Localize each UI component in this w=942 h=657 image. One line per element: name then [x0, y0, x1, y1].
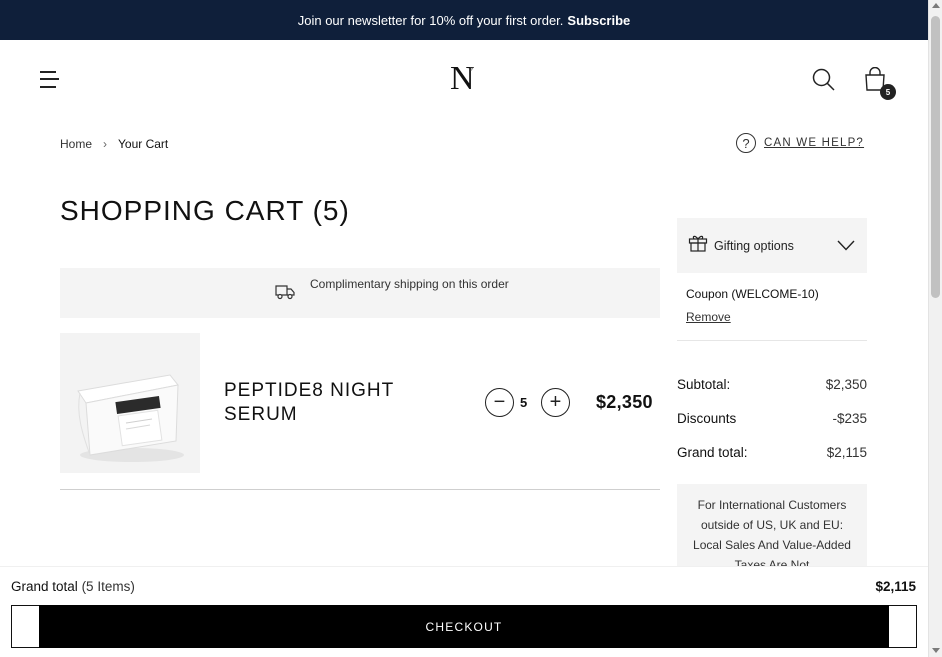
footer-grand-total: Grand total (5 Items) — [11, 579, 135, 594]
truck-icon — [275, 284, 295, 305]
chevron-down-icon — [837, 238, 855, 256]
breadcrumb: Home › Your Cart — [60, 137, 168, 151]
cart-page: Join our newsletter for 10% off your fir… — [0, 0, 942, 657]
grand-total-label: Grand total: — [677, 445, 748, 460]
site-header: N P 5 — [0, 40, 928, 122]
gift-icon — [688, 234, 708, 257]
page-scrollbar[interactable] — [928, 0, 942, 657]
page-title: SHOPPING CART (5) — [60, 195, 350, 226]
search-icon[interactable] — [812, 68, 836, 97]
announcement-text: Join our newsletter for 10% off your fir… — [297, 12, 564, 28]
product-price: $2,350 — [596, 392, 653, 412]
gifting-options-label: Gifting options — [714, 238, 794, 253]
quantity-decrease-button[interactable]: − — [485, 388, 514, 417]
quantity-increase-button[interactable]: + — [541, 388, 570, 417]
scroll-up-arrow-icon[interactable] — [932, 3, 940, 8]
discounts-label: Discounts — [677, 411, 737, 426]
shipping-text: Complimentary shipping on this order — [310, 277, 509, 291]
item-divider — [60, 489, 660, 490]
product-image[interactable] — [60, 333, 200, 473]
sticky-checkout-bar: Grand total (5 Items) $2,115 CHECKOUT — [0, 566, 928, 657]
subtotal-label: Subtotal: — [677, 377, 731, 392]
scrollbar-thumb[interactable] — [931, 16, 940, 298]
subscribe-link[interactable]: Subscribe — [567, 13, 630, 28]
footer-grand-total-value: $2,115 — [875, 579, 916, 594]
product-name[interactable]: PEPTIDE8 NIGHT SERUM — [224, 379, 424, 427]
breadcrumb-home-link[interactable]: Home — [60, 137, 92, 151]
grand-total-row: Grand total: $2,115 — [677, 445, 867, 460]
subtotal-row: Subtotal: $2,350 — [677, 377, 867, 392]
hamburger-menu-icon[interactable] — [40, 70, 59, 88]
breadcrumb-current: Your Cart — [118, 137, 169, 151]
footer-items-count: (5 Items) — [81, 579, 135, 594]
announcement-bar: Join our newsletter for 10% off your fir… — [0, 0, 928, 40]
international-notice: For International Customers outside of U… — [677, 484, 867, 574]
gifting-options-toggle[interactable]: Gifting options — [677, 218, 867, 273]
help-link[interactable]: ? CAN WE HELP? — [736, 133, 864, 153]
subtotal-value: $2,350 — [825, 377, 867, 392]
shipping-banner: Complimentary shipping on this order — [60, 268, 660, 318]
quantity-value: 5 — [520, 395, 528, 410]
remove-coupon-link[interactable]: Remove — [686, 310, 731, 324]
scroll-down-arrow-icon[interactable] — [932, 648, 940, 653]
help-label[interactable]: CAN WE HELP? — [764, 137, 864, 149]
discounts-row: Discounts -$235 — [677, 411, 867, 426]
breadcrumb-chevron-icon: › — [103, 137, 108, 151]
checkout-button[interactable]: CHECKOUT — [39, 605, 889, 648]
discounts-value: -$235 — [832, 411, 867, 426]
question-icon: ? — [736, 133, 756, 153]
brand-logo-mark: P — [470, 67, 474, 73]
cart-count-badge: 5 — [880, 84, 896, 100]
coupon-code: Coupon (WELCOME-10) — [686, 287, 819, 301]
footer-grand-total-label: Grand total — [11, 579, 78, 594]
grand-total-value: $2,115 — [826, 445, 867, 460]
sidebar-divider — [677, 340, 867, 341]
